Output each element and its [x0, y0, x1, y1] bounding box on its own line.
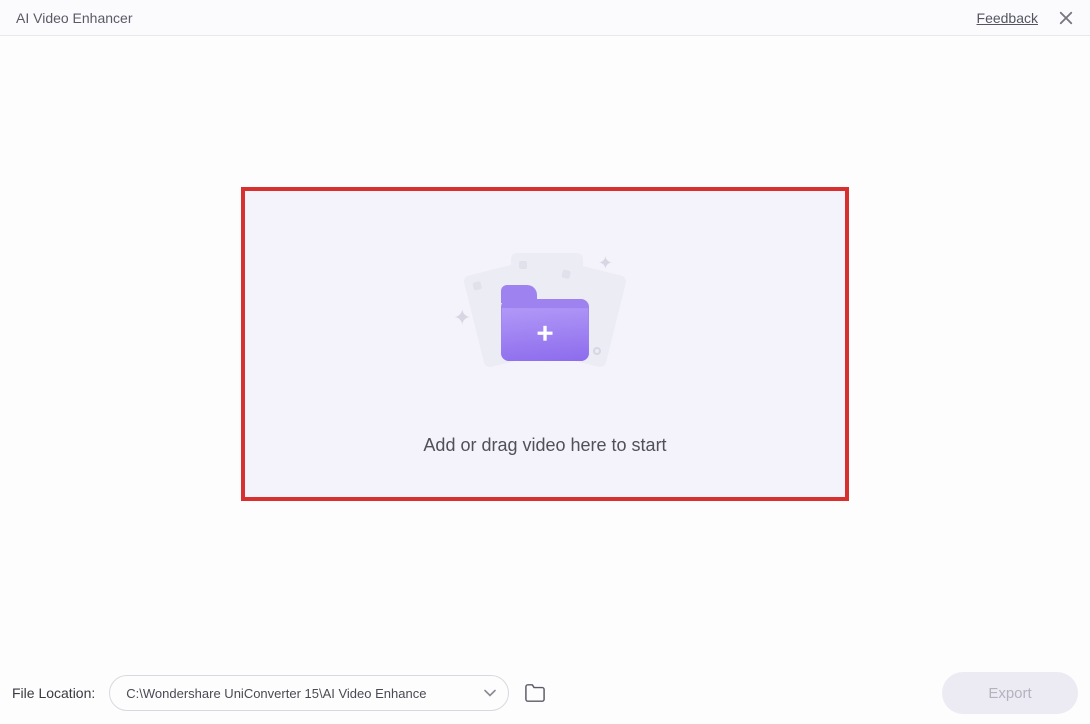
export-button-label: Export — [988, 685, 1031, 702]
main-content: ✦ ✦ + Add or drag video here to start — [0, 36, 1090, 662]
sparkle-icon: ✦ — [453, 305, 471, 331]
header-actions: Feedback — [977, 8, 1076, 28]
title-bar: AI Video Enhancer Feedback — [0, 0, 1090, 36]
export-button[interactable]: Export — [942, 672, 1078, 714]
folder-icon — [524, 683, 546, 703]
folder-icon: + — [501, 291, 589, 361]
browse-folder-button[interactable] — [523, 682, 547, 704]
file-location-select[interactable]: C:\Wondershare UniConverter 15\AI Video … — [109, 675, 509, 711]
app-title: AI Video Enhancer — [16, 10, 133, 26]
close-icon — [1057, 9, 1075, 27]
video-dropzone[interactable]: ✦ ✦ + Add or drag video here to start — [241, 187, 849, 501]
dot-icon — [593, 347, 601, 355]
plus-icon: + — [536, 319, 553, 348]
footer-bar: File Location: C:\Wondershare UniConvert… — [0, 662, 1090, 724]
sparkle-icon: ✦ — [598, 253, 613, 274]
chevron-down-icon — [484, 686, 496, 701]
feedback-link[interactable]: Feedback — [977, 10, 1038, 26]
file-location-path: C:\Wondershare UniConverter 15\AI Video … — [126, 686, 426, 701]
dropzone-prompt: Add or drag video here to start — [423, 435, 666, 456]
file-location-label: File Location: — [12, 685, 95, 701]
dropzone-illustration: ✦ ✦ + — [445, 255, 645, 375]
close-button[interactable] — [1056, 8, 1076, 28]
